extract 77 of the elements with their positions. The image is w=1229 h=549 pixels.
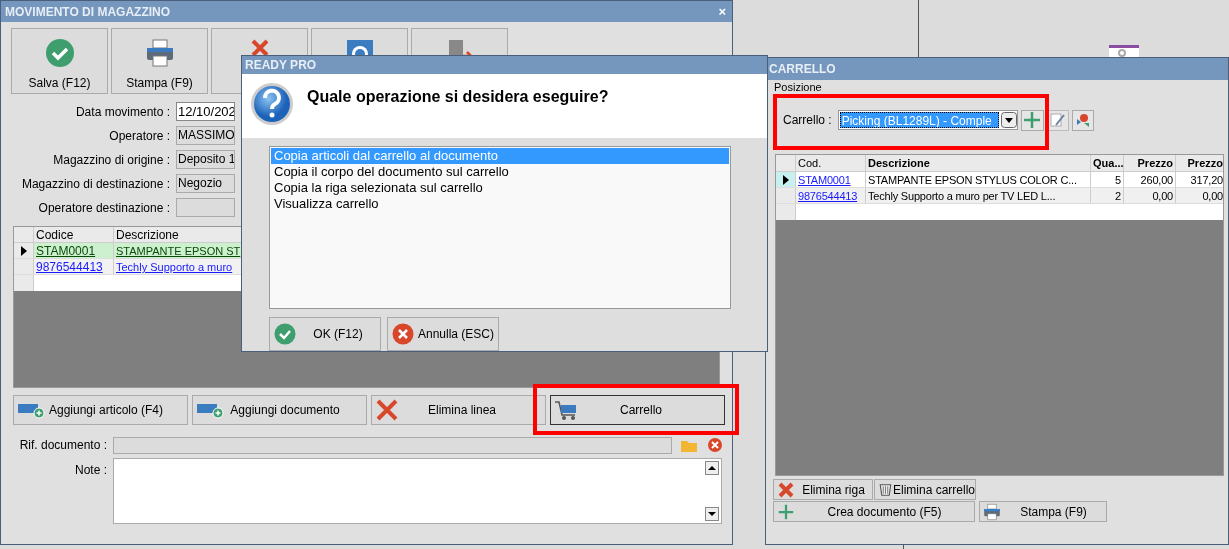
table-cell: Techly Supporto a muro per TV LED L... bbox=[866, 188, 1091, 203]
input-field[interactable] bbox=[176, 198, 235, 217]
add-button[interactable] bbox=[1020, 109, 1044, 131]
field-label: Magazzino di destinazione : bbox=[20, 175, 171, 193]
field-label: Magazzino di origine : bbox=[52, 151, 171, 169]
toolbar-button[interactable]: Salva (F12) bbox=[11, 28, 108, 94]
input-field[interactable]: Negozio bbox=[176, 174, 235, 193]
table-cell: STAM0001 bbox=[34, 243, 114, 258]
options-list[interactable]: Copia articoli dal carrello al documento Copia il corpo del documento sul carrello Copia la riga selezionata sul carrello Visualizza carrello bbox=[269, 146, 731, 309]
field-label: Operatore : bbox=[108, 127, 171, 145]
row-pointer-icon bbox=[20, 245, 27, 256]
dialog-title: READY PRO bbox=[245, 57, 317, 74]
table-cell: 5 bbox=[1091, 172, 1124, 187]
question-icon bbox=[250, 82, 294, 126]
cross-icon bbox=[375, 398, 399, 422]
field-label: Carrello : bbox=[783, 112, 833, 129]
column-header: Prezzo bbox=[1124, 155, 1176, 171]
window-title: MOVIMENTO DI MAGAZZINO bbox=[5, 3, 171, 21]
row-pointer-icon bbox=[782, 174, 789, 185]
table-cell: STAM0001 bbox=[796, 172, 866, 187]
cart-icon bbox=[554, 399, 578, 421]
column-header: Cod. bbox=[796, 155, 866, 171]
column-header: Qua... bbox=[1091, 155, 1124, 171]
action-button[interactable]: Aggiungi articolo (F4) bbox=[13, 395, 188, 425]
dialog-button[interactable]: Annulla (ESC) bbox=[387, 317, 499, 351]
input-field[interactable]: Deposito 1 bbox=[176, 150, 235, 169]
table-cell: 317,20 bbox=[1176, 172, 1223, 187]
cross-icon bbox=[777, 480, 795, 499]
plus-icon bbox=[777, 502, 795, 521]
input-field[interactable] bbox=[113, 436, 672, 454]
check-icon bbox=[274, 323, 296, 345]
field-label: Note : bbox=[74, 462, 108, 479]
scroll-down-icon bbox=[705, 507, 719, 521]
plus-icon bbox=[1022, 110, 1043, 130]
action-button[interactable]: Elimina carrello bbox=[874, 479, 976, 500]
scroll-up-icon bbox=[705, 461, 719, 475]
table-cell: 0,00 bbox=[1176, 188, 1223, 203]
window-title: CARRELLO bbox=[769, 61, 836, 78]
action-button[interactable]: Crea documento (F5) bbox=[773, 501, 975, 522]
table-cell: 9876544413 bbox=[796, 188, 866, 203]
printer-icon bbox=[144, 38, 175, 68]
list-item[interactable]: Copia il corpo del documento sul carrello bbox=[271, 164, 729, 180]
table-cell: 2 bbox=[1091, 188, 1124, 203]
table-cell: STAMPANTE EPSON STYLUS COLOR C... bbox=[866, 172, 1091, 187]
clear-icon bbox=[707, 437, 723, 453]
action-button[interactable]: Stampa (F9) bbox=[979, 501, 1107, 522]
dialog-button[interactable]: OK (F12) bbox=[269, 317, 381, 351]
field-label: Data movimento : bbox=[74, 103, 171, 121]
table-cell: 260,00 bbox=[1124, 172, 1176, 187]
column-header: Prezzo bbox=[1176, 155, 1223, 171]
sync-button[interactable] bbox=[1071, 109, 1094, 131]
action-button[interactable]: Aggiungi documento bbox=[192, 395, 367, 425]
action-button[interactable]: Elimina linea bbox=[371, 395, 546, 425]
caret-icon bbox=[1000, 112, 1017, 128]
cancel-icon bbox=[392, 323, 414, 345]
field-label: Operatore destinazione : bbox=[37, 199, 171, 217]
column-header: Descrizione bbox=[866, 155, 1091, 171]
list-item[interactable]: Copia la riga selezionata sul carrello bbox=[271, 180, 729, 196]
row-header[interactable] bbox=[776, 172, 796, 187]
table-cell: 9876544413 bbox=[34, 259, 114, 274]
dialog-question: Quale operazione si desidera eseguire? bbox=[307, 87, 609, 107]
action-button[interactable]: Elimina riga bbox=[773, 479, 873, 500]
pencil-icon bbox=[1048, 111, 1067, 129]
toolbar-button[interactable]: Stampa (F9) bbox=[111, 28, 208, 94]
check-icon bbox=[44, 38, 75, 68]
field-label: Rif. documento : bbox=[18, 437, 108, 454]
input-field[interactable]: MASSIMO bbox=[176, 126, 235, 145]
printer-icon bbox=[983, 502, 1001, 521]
row-header[interactable] bbox=[14, 243, 34, 258]
list-item[interactable]: Visualizza carrello bbox=[271, 196, 729, 212]
cross-icon bbox=[249, 38, 270, 58]
table-cell: 0,00 bbox=[1124, 188, 1176, 203]
column-header: Codice bbox=[34, 227, 114, 242]
action-button[interactable]: Carrello bbox=[550, 395, 725, 425]
tab-label[interactable]: Posizione bbox=[766, 80, 1228, 94]
gear-icon[interactable] bbox=[1109, 45, 1139, 57]
note-field[interactable] bbox=[113, 458, 722, 524]
